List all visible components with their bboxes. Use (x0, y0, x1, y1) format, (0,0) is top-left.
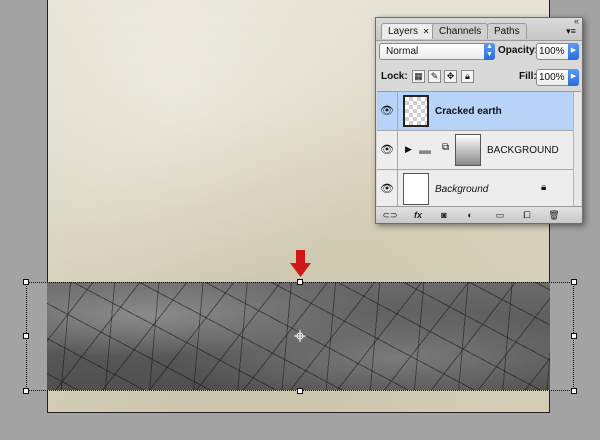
lock-label: Lock: (381, 71, 408, 82)
lock-all-icon[interactable]: 🔒︎ (461, 70, 474, 83)
tab-channels[interactable]: Channels (432, 23, 489, 39)
fx-icon[interactable]: fx (408, 208, 428, 222)
layers-scrollbar[interactable] (573, 92, 581, 207)
blend-mode-value: Normal (386, 46, 419, 57)
add-mask-icon[interactable]: ◙ (436, 208, 452, 222)
opacity-value: 100% (539, 46, 565, 57)
fill-label: Fill: (519, 71, 537, 82)
opacity-field[interactable]: 100% ▶ (536, 43, 579, 60)
fill-field[interactable]: 100% ▶ (536, 69, 579, 86)
panel-tab-bar: Layers ✕ Channels Paths « ▾≡ (376, 16, 582, 43)
eye-icon[interactable]: 👁︎ (377, 131, 398, 169)
transform-handle-top-left[interactable] (23, 279, 29, 285)
transform-handle-middle-left[interactable] (23, 333, 29, 339)
layer-row-background-group[interactable]: 👁︎ ▶ ▬ ⧉ BACKGROUND (377, 131, 581, 170)
tab-layers-label: Layers (388, 26, 419, 37)
layers-panel: Layers ✕ Channels Paths « ▾≡ Normal ▲ ▼ O… (375, 16, 583, 224)
close-icon[interactable]: ✕ (423, 27, 430, 36)
folder-icon: ▬ (419, 143, 431, 157)
expand-triangle-icon[interactable]: ▶ (405, 144, 412, 155)
transform-center-point-icon[interactable] (294, 330, 306, 342)
opacity-label: Opacity: (498, 45, 539, 56)
layer-row-cracked-earth[interactable]: 👁︎ Cracked earth (377, 92, 581, 131)
lock-icon: 🔒︎ (541, 182, 547, 193)
layer-row-background[interactable]: 👁︎ Background 🔒︎ (377, 170, 581, 209)
fill-value: 100% (539, 72, 565, 83)
layer-mask-thumbnail (455, 134, 481, 166)
transform-handle-top-middle[interactable] (297, 279, 303, 285)
transform-handle-middle-right[interactable] (571, 333, 577, 339)
layer-thumbnail (403, 173, 429, 205)
transform-handle-bottom-left[interactable] (23, 388, 29, 394)
panel-bottom-toolbar: ⊂⊃ fx ◙ ◐ ▭ ⧠ 🗑︎ (376, 206, 582, 223)
tab-layers[interactable]: Layers ✕ (381, 23, 437, 39)
lock-position-move-icon[interactable]: ✥ (444, 70, 457, 83)
new-group-icon[interactable]: ▭ (492, 208, 508, 222)
layer-name[interactable]: Background (435, 184, 488, 195)
chevron-right-icon[interactable]: ▶ (568, 69, 579, 86)
chevron-right-icon[interactable]: ▶ (568, 43, 579, 60)
transform-handle-bottom-right[interactable] (571, 388, 577, 394)
transform-handle-top-right[interactable] (571, 279, 577, 285)
blend-mode-select[interactable]: Normal ▲ ▼ (379, 43, 495, 60)
tab-paths[interactable]: Paths (487, 23, 527, 39)
double-chevron-icon[interactable]: « (574, 16, 579, 26)
lock-image-brush-icon[interactable]: ✎ (428, 70, 441, 83)
new-layer-icon[interactable]: ⧠ (519, 208, 535, 222)
layer-name[interactable]: Cracked earth (435, 106, 502, 117)
layer-thumbnail (403, 95, 429, 127)
trash-icon[interactable]: 🗑︎ (546, 208, 562, 222)
chevron-updown-icon: ▲ ▼ (484, 43, 495, 60)
tab-paths-label: Paths (494, 26, 520, 37)
eye-icon[interactable]: 👁︎ (377, 92, 398, 130)
link-layers-icon[interactable]: ⊂⊃ (380, 208, 400, 222)
fx-label: fx (413, 210, 422, 220)
panel-menu-icon[interactable]: ▾≡ (564, 27, 578, 43)
adjustment-layer-icon[interactable]: ◐ (462, 208, 478, 222)
link-chain-icon: ⧉ (442, 142, 450, 153)
transform-handle-bottom-middle[interactable] (297, 388, 303, 394)
lock-transparent-icon[interactable]: ▦ (412, 70, 425, 83)
layers-list: 👁︎ Cracked earth 👁︎ ▶ ▬ ⧉ BACKGROUND 👁︎ … (377, 91, 581, 209)
layer-name[interactable]: BACKGROUND (487, 145, 559, 156)
eye-icon[interactable]: 👁︎ (377, 170, 398, 208)
tab-channels-label: Channels (439, 26, 482, 37)
red-arrow-icon (290, 250, 311, 277)
